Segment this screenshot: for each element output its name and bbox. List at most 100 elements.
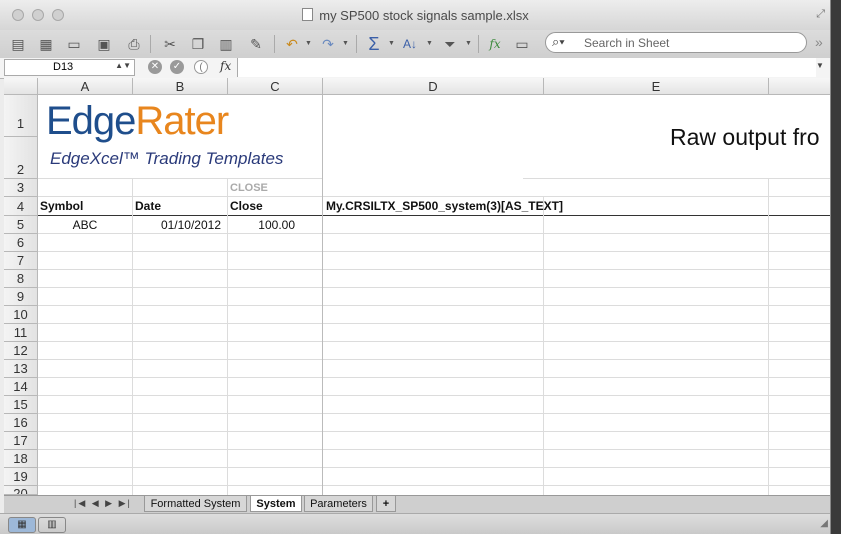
sheet-tab-bar: |◀ ◀ ▶ ▶| Formatted System System Parame… — [4, 495, 830, 513]
gridline — [38, 233, 830, 234]
column-header-e[interactable]: E — [544, 78, 769, 95]
gridline — [38, 269, 830, 270]
row-header-11[interactable]: 11 — [4, 324, 38, 342]
redo-icon[interactable]: ↷ — [318, 34, 338, 54]
header-close[interactable]: Close — [230, 199, 263, 213]
fx-label: fx — [220, 59, 232, 73]
row-header-9[interactable]: 9 — [4, 288, 38, 306]
confirm-formula-icon[interactable]: ✓ — [170, 60, 184, 74]
print-icon[interactable]: ⎙ — [124, 34, 144, 54]
row-header-10[interactable]: 10 — [4, 306, 38, 324]
column-header-a[interactable]: A — [38, 78, 133, 95]
toolbar-separator — [478, 35, 479, 53]
row-header-18[interactable]: 18 — [4, 450, 38, 468]
formula-expand-icon[interactable]: ▼ — [816, 61, 824, 70]
paste-icon[interactable]: ▥ — [216, 34, 236, 54]
close-hint-label: CLOSE — [230, 182, 268, 194]
cell-symbol[interactable]: ABC — [38, 218, 132, 232]
row-header-20[interactable]: 20 — [4, 486, 38, 495]
page-layout-view-button[interactable]: ▥ — [38, 517, 66, 533]
row-header-14[interactable]: 14 — [4, 378, 38, 396]
formula-input[interactable] — [237, 58, 816, 77]
column-header-c[interactable]: C — [228, 78, 323, 95]
column-header-b[interactable]: B — [133, 78, 228, 95]
gridline — [38, 449, 830, 450]
row-header-3[interactable]: 3 — [4, 179, 38, 197]
filter-dropdown-icon[interactable]: ▼ — [465, 40, 472, 47]
autosum-dropdown-icon[interactable]: ▼ — [388, 40, 395, 47]
save-icon[interactable]: ▣ — [94, 34, 114, 54]
gridline — [38, 359, 830, 360]
column-header-f[interactable] — [769, 78, 830, 95]
gridline — [38, 341, 830, 342]
templates-icon[interactable]: ▦ — [36, 34, 56, 54]
row-header-1[interactable]: 1 — [4, 95, 38, 137]
gridline — [38, 395, 830, 396]
row-header-2[interactable]: 2 — [4, 137, 38, 179]
resize-grip-icon[interactable]: ◢ — [820, 518, 828, 529]
toolbox-icon[interactable]: ▭ — [512, 34, 532, 54]
formula-builder-icon[interactable]: ( — [194, 60, 208, 74]
cancel-formula-icon[interactable]: ✕ — [148, 60, 162, 74]
gridline — [768, 178, 769, 495]
gridline — [38, 323, 830, 324]
gridline — [38, 251, 830, 252]
gridline — [38, 413, 830, 414]
normal-view-button[interactable]: ▦ — [8, 517, 36, 533]
tab-system[interactable]: System — [250, 496, 302, 512]
name-box-stepper-icon[interactable]: ▲▼ — [115, 61, 131, 70]
fullscreen-icon[interactable]: ⤢ — [816, 8, 825, 21]
sort-dropdown-icon[interactable]: ▼ — [426, 40, 433, 47]
name-box[interactable]: D13 ▲▼ — [4, 59, 135, 76]
tab-formatted-system[interactable]: Formatted System — [144, 496, 247, 512]
header-symbol[interactable]: Symbol — [40, 199, 83, 213]
select-all-corner[interactable] — [4, 78, 38, 95]
row-header-13[interactable]: 13 — [4, 360, 38, 378]
formula-bar: D13 ▲▼ ✕ ✓ ( fx ▼ — [0, 58, 830, 79]
toolbar-separator — [274, 35, 275, 53]
header-formula[interactable]: My.CRSILTX_SP500_system(3)[AS_TEXT] — [326, 199, 563, 213]
search-input[interactable]: ⌕▾ Search in Sheet — [545, 32, 807, 53]
open-icon[interactable]: ▭ — [64, 34, 84, 54]
row-header-16[interactable]: 16 — [4, 414, 38, 432]
row-header-5[interactable]: 5 — [4, 216, 38, 234]
cell-date[interactable]: 01/10/2012 — [133, 218, 221, 232]
gridline — [38, 467, 830, 468]
tab-parameters[interactable]: Parameters — [304, 496, 373, 512]
cut-icon[interactable]: ✂ — [160, 34, 180, 54]
row-header-15[interactable]: 15 — [4, 396, 38, 414]
raw-output-heading: Raw output fro — [670, 124, 820, 150]
cell-close[interactable]: 100.00 — [228, 218, 295, 232]
gridline — [38, 196, 830, 197]
tab-navigation-arrows[interactable]: |◀ ◀ ▶ ▶| — [74, 498, 132, 509]
gridline — [38, 178, 323, 179]
undo-icon[interactable]: ↶ — [282, 34, 302, 54]
toolbar-overflow-icon[interactable]: » — [815, 34, 823, 50]
header-date[interactable]: Date — [135, 199, 161, 213]
worksheet-grid[interactable]: EdgeRater EdgeXcel™ Trading Templates Ra… — [38, 95, 830, 495]
function-icon[interactable]: fx — [485, 34, 505, 54]
row-header-19[interactable]: 19 — [4, 468, 38, 486]
row-header-4[interactable]: 4 — [4, 197, 38, 216]
status-bar: ▦ ▥ ◢ — [0, 513, 830, 534]
sort-icon[interactable]: A↓ — [400, 34, 420, 54]
format-brush-icon[interactable]: ✎ — [246, 34, 266, 54]
redo-dropdown-icon[interactable]: ▼ — [342, 40, 349, 47]
row-header-17[interactable]: 17 — [4, 432, 38, 450]
row-header-7[interactable]: 7 — [4, 252, 38, 270]
row-header-12[interactable]: 12 — [4, 342, 38, 360]
column-header-d[interactable]: D — [323, 78, 544, 95]
add-sheet-button[interactable]: + — [376, 496, 396, 512]
gridline — [322, 95, 323, 495]
copy-icon[interactable]: ❐ — [188, 34, 208, 54]
header-underline — [38, 215, 830, 216]
row-header-6[interactable]: 6 — [4, 234, 38, 252]
gridline — [38, 377, 830, 378]
filter-icon[interactable]: ⏷ — [440, 34, 460, 54]
autosum-icon[interactable]: Σ — [364, 34, 384, 54]
row-header-8[interactable]: 8 — [4, 270, 38, 288]
undo-dropdown-icon[interactable]: ▼ — [305, 40, 312, 47]
new-icon[interactable]: ▤ — [8, 34, 28, 54]
document-icon — [302, 8, 314, 21]
search-icon: ⌕▾ — [552, 34, 565, 49]
